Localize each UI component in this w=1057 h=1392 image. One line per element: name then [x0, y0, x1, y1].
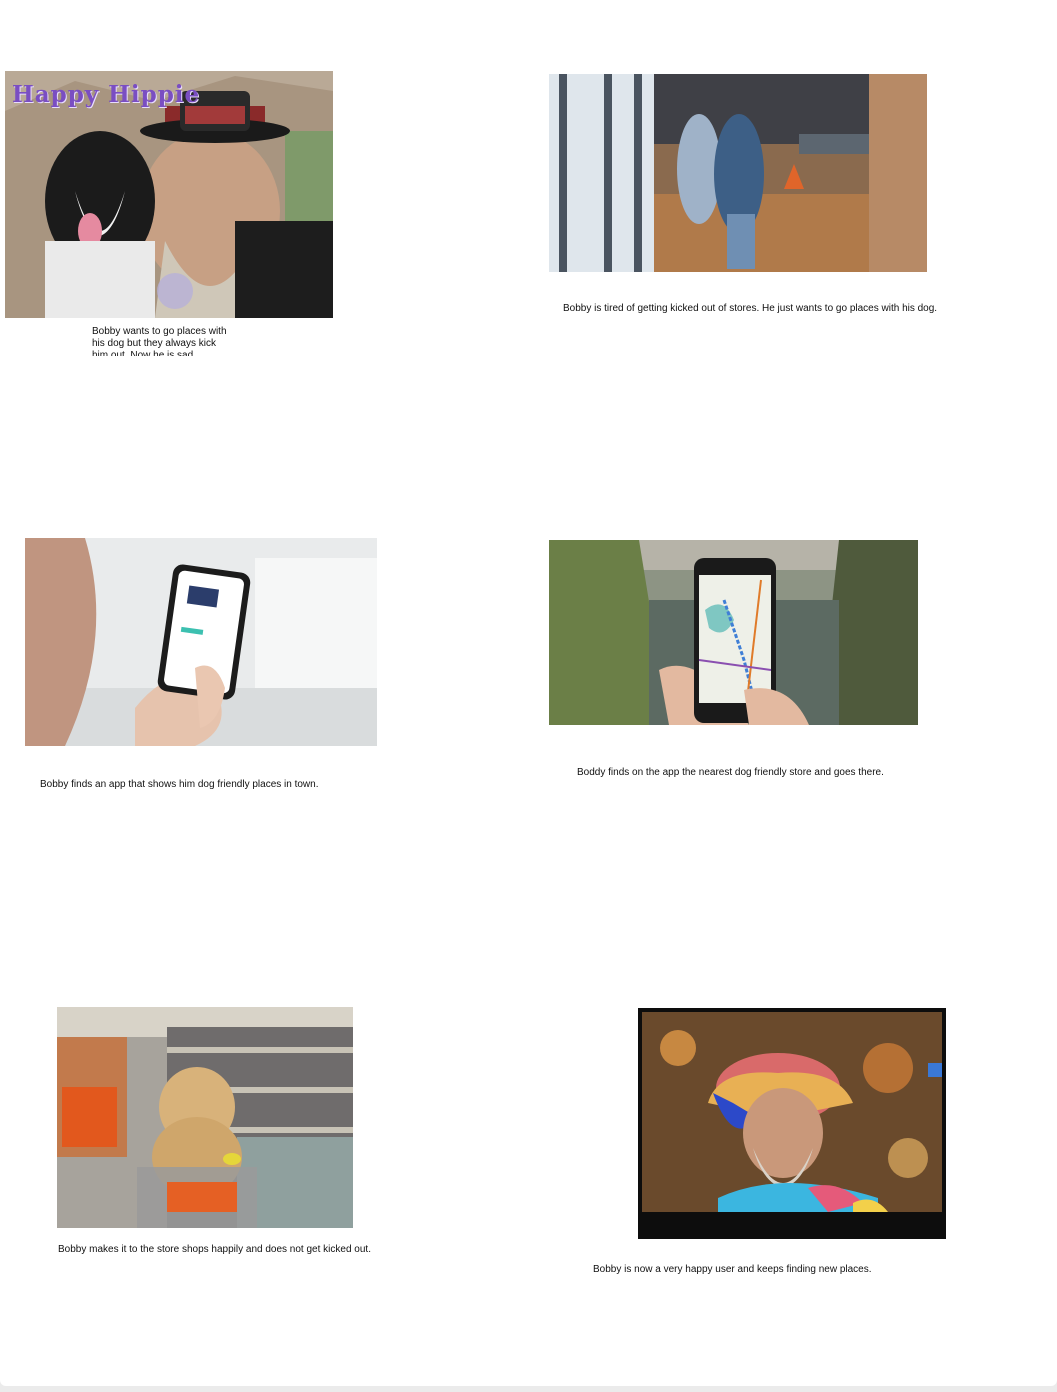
happy-hippie-sign-text: Happy Hippie	[12, 81, 201, 108]
panel-3-photo-phone-app	[25, 538, 377, 746]
panel-6-caption: Bobby is now a very happy user and keeps…	[593, 1264, 872, 1275]
panel-5-photo-dog-in-cart	[57, 1007, 353, 1228]
panel-6-photo-happy-user-on-tv	[638, 1008, 946, 1239]
panel-4-caption: Boddy finds on the app the nearest dog f…	[577, 767, 884, 778]
panel-2-caption: Bobby is tired of getting kicked out of …	[563, 303, 938, 314]
panel-2-photo-store-scuffle	[549, 74, 927, 272]
panel-3-caption: Bobby finds an app that shows him dog fr…	[40, 779, 319, 790]
panel-5-caption: Bobby makes it to the store shops happil…	[58, 1244, 371, 1255]
panel-4-photo-map-on-phone	[549, 540, 918, 725]
panel-1-caption: Bobby wants to go places with his dog bu…	[92, 326, 227, 356]
storyboard-page: Happy Hippie Bobby wants to go places wi…	[0, 0, 1057, 1386]
panel-1-photo-hippie-with-dog: Happy Hippie	[5, 71, 333, 318]
